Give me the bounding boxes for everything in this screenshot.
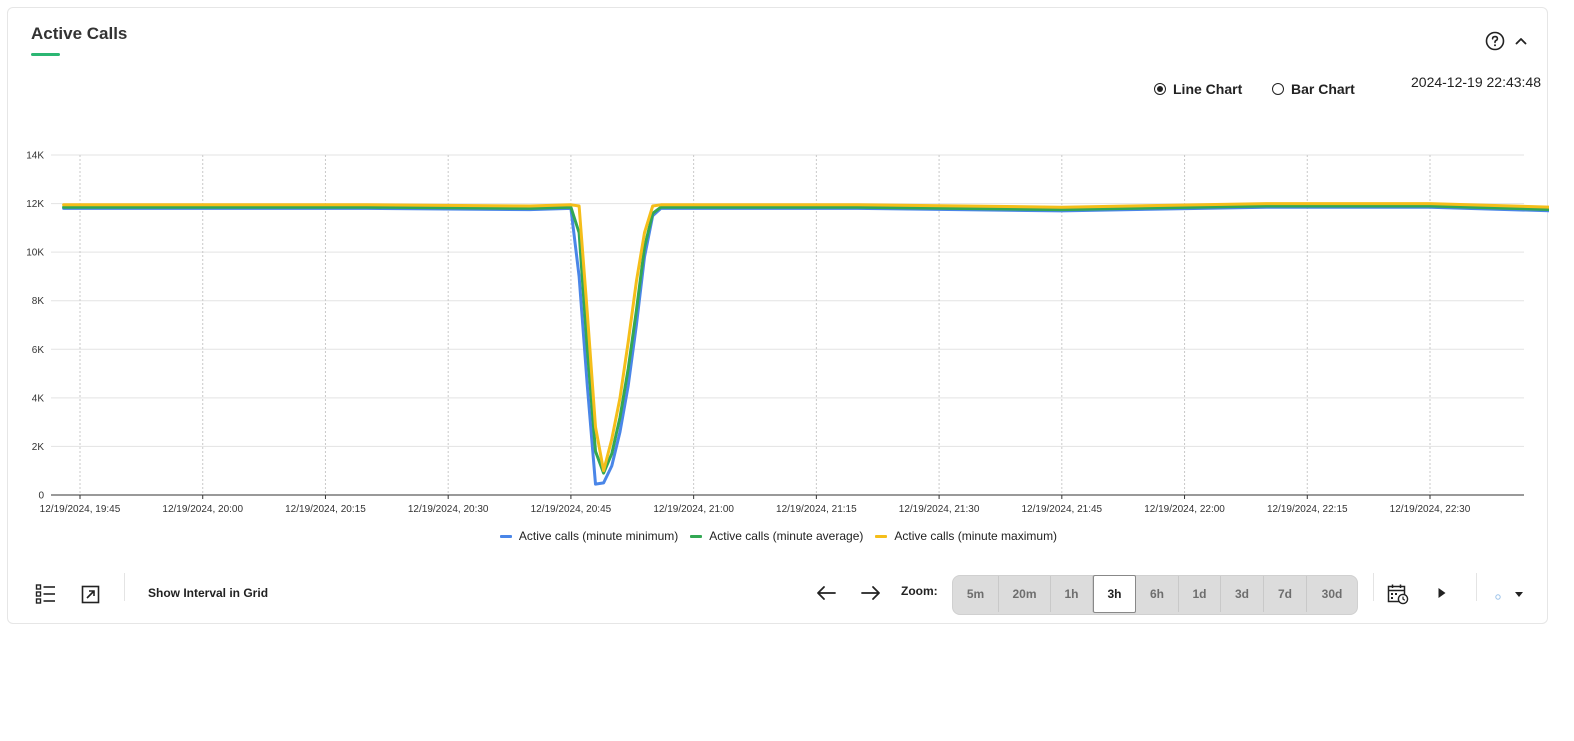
- legend-label-max: Active calls (minute maximum): [894, 529, 1058, 543]
- zoom-button-group: 5m 20m 1h 3h 6h 1d 3d 7d 30d: [952, 575, 1358, 615]
- legend-swatch-avg: [690, 534, 703, 538]
- zoom-option-3h[interactable]: 3h: [1093, 575, 1136, 613]
- x-tick-label: 12/19/2024, 22:15: [1267, 504, 1348, 515]
- active-calls-panel: Active Calls Line Chart Bar Chart 2024-1…: [7, 7, 1549, 624]
- x-tick-label: 12/19/2024, 22:30: [1390, 504, 1471, 515]
- legend-item-max[interactable]: Active calls (minute maximum): [875, 529, 1057, 543]
- legend-item-avg[interactable]: Active calls (minute average): [690, 529, 863, 543]
- series-line-max: [62, 202, 1549, 473]
- dot-dropdown-icon[interactable]: [1494, 588, 1534, 602]
- y-tick-label: 12K: [26, 199, 44, 210]
- zoom-option-6h[interactable]: 6h: [1136, 576, 1179, 612]
- x-tick-label: 12/19/2024, 20:45: [531, 504, 612, 515]
- y-tick-label: 4K: [32, 393, 45, 404]
- series-line-avg: [62, 204, 1549, 475]
- x-tick-label: 12/19/2024, 20:00: [162, 504, 243, 515]
- x-tick-label: 12/19/2024, 21:15: [776, 504, 857, 515]
- list-icon[interactable]: [35, 583, 57, 605]
- zoom-option-20m[interactable]: 20m: [999, 576, 1051, 612]
- legend-label-min: Active calls (minute minimum): [518, 529, 679, 543]
- active-calls-line-chart: 0 2K 4K 6K 8K 10K 12K 14K 12/19/2024, 19:45 12/19…: [26, 151, 1549, 515]
- y-tick-label: 14K: [26, 151, 44, 162]
- y-tick-label: 2K: [32, 442, 45, 453]
- x-tick-label: 12/19/2024, 21:00: [653, 504, 734, 515]
- legend-label-avg: Active calls (minute average): [709, 529, 864, 543]
- calendar-clock-icon[interactable]: [1387, 583, 1409, 605]
- chart-legend: Active calls (minute minimum) Active cal…: [8, 529, 1549, 543]
- zoom-option-7d[interactable]: 7d: [1264, 576, 1307, 612]
- show-interval-in-grid-button[interactable]: Show Interval in Grid: [148, 586, 268, 600]
- x-tick-label: 12/19/2024, 20:15: [285, 504, 366, 515]
- x-tick-label: 12/19/2024, 22:00: [1144, 504, 1225, 515]
- open-external-icon[interactable]: [81, 585, 100, 604]
- x-tick-label: 12/19/2024, 19:45: [40, 504, 121, 515]
- zoom-option-1h[interactable]: 1h: [1051, 576, 1093, 612]
- zoom-option-1d[interactable]: 1d: [1179, 576, 1221, 612]
- toolbar-divider: [124, 573, 125, 601]
- legend-swatch-max: [875, 534, 888, 538]
- x-tick-label: 12/19/2024, 21:45: [1021, 504, 1102, 515]
- x-tick-label: 12/19/2024, 20:30: [408, 504, 489, 515]
- legend-item-min[interactable]: Active calls (minute minimum): [499, 529, 679, 543]
- series-line-min: [62, 205, 1549, 486]
- zoom-option-30d[interactable]: 30d: [1307, 576, 1357, 612]
- y-tick-label: 6K: [32, 345, 45, 356]
- zoom-label: Zoom:: [901, 584, 938, 598]
- zoom-option-5m[interactable]: 5m: [953, 576, 999, 612]
- arrow-right-icon[interactable]: [859, 583, 883, 603]
- legend-swatch-min: [499, 534, 512, 538]
- y-tick-label: 10K: [26, 248, 44, 259]
- y-tick-label: 8K: [32, 296, 45, 307]
- arrow-left-icon[interactable]: [814, 583, 838, 603]
- zoom-option-3d[interactable]: 3d: [1221, 576, 1264, 612]
- y-tick-label: 0: [38, 491, 44, 502]
- toolbar-divider: [1373, 573, 1374, 601]
- toolbar-divider: [1476, 573, 1477, 601]
- play-icon[interactable]: [1437, 587, 1447, 599]
- x-tick-label: 12/19/2024, 21:30: [899, 504, 980, 515]
